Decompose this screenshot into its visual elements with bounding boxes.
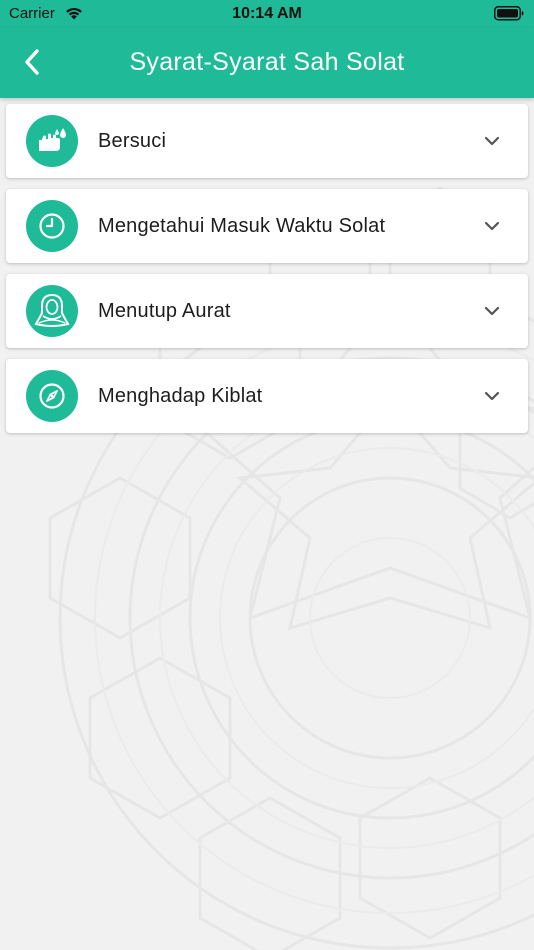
list-item-menghadap-kiblat[interactable]: Menghadap Kiblat — [6, 359, 528, 433]
conditions-list: Bersuci Mengetahui Masuk Waktu Solat Men… — [6, 104, 528, 444]
list-item-waktu-solat[interactable]: Mengetahui Masuk Waktu Solat — [6, 189, 528, 263]
list-item-bersuci[interactable]: Bersuci — [6, 104, 528, 178]
compass-icon — [39, 383, 65, 409]
chevron-down-icon[interactable] — [484, 388, 500, 404]
item-label: Bersuci — [98, 130, 167, 152]
chevron-down-icon[interactable] — [484, 218, 500, 234]
list-item-menutup-aurat[interactable]: Menutup Aurat — [6, 274, 528, 348]
status-time: 10:14 AM — [232, 5, 302, 22]
hand-washing-icon — [39, 128, 66, 151]
item-label: Menutup Aurat — [98, 300, 231, 322]
battery-icon — [494, 6, 524, 21]
item-label: Mengetahui Masuk Waktu Solat — [98, 215, 386, 237]
navigation-bar: Syarat-Syarat Sah Solat — [0, 28, 534, 98]
item-icon-badge — [26, 370, 78, 422]
hijab-woman-icon — [34, 293, 70, 328]
chevron-down-icon[interactable] — [484, 303, 500, 319]
clock-icon — [39, 213, 65, 239]
item-icon-badge — [26, 115, 78, 167]
item-label: Menghadap Kiblat — [98, 385, 263, 407]
item-icon-badge — [26, 200, 78, 252]
page-title: Syarat-Syarat Sah Solat — [129, 48, 405, 76]
app-screen: Carrier 10:14 AM Syarat-Syarat Sah Solat — [0, 0, 534, 950]
chevron-down-icon[interactable] — [484, 133, 500, 149]
item-icon-badge — [26, 285, 78, 337]
status-bar: Carrier 10:14 AM — [0, 0, 534, 28]
